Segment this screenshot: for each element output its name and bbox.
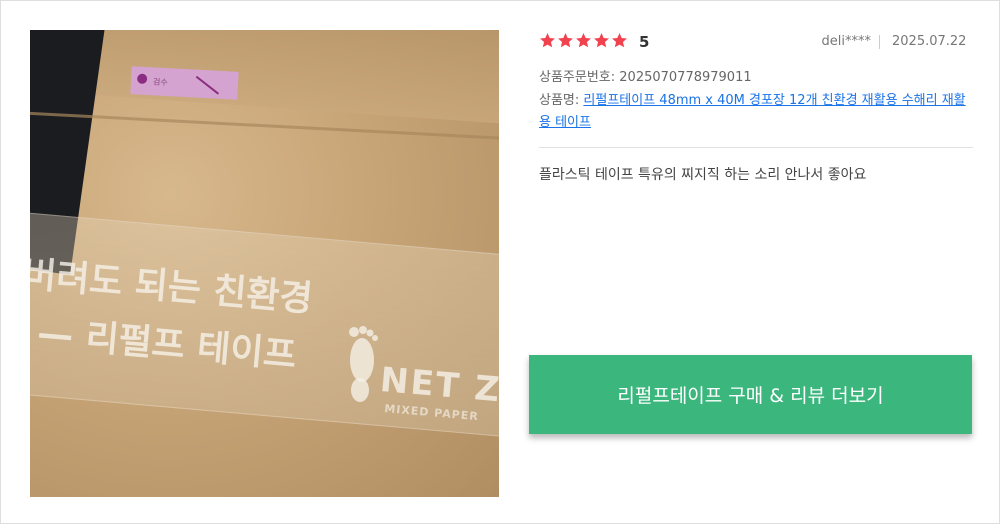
product-label: 상품명:	[539, 93, 584, 108]
meta-divider	[879, 35, 880, 49]
review-photo[interactable]: 검수 버려도 되는 친환경 — 리펄프 테이프 NET ZERO MIXED P…	[30, 30, 499, 497]
star-icon	[576, 33, 591, 48]
review-card: 검수 버려도 되는 친환경 — 리펄프 테이프 NET ZERO MIXED P…	[0, 0, 1000, 524]
footprint-icon	[349, 326, 378, 402]
order-number: 상품주문번호: 2025070778979011	[539, 70, 752, 85]
review-text: 플라스틱 테이프 특유의 찌지직 하는 소리 안나서 좋아요	[539, 167, 867, 183]
content-divider	[539, 147, 973, 148]
star-icon	[558, 33, 573, 48]
product-info: 상품명: 리펄프테이프 48mm x 40M 경포장 12개 친환경 재활용 수…	[539, 90, 975, 134]
rating-score: 5	[639, 33, 650, 51]
sticker-text: 검수	[152, 77, 168, 88]
star-icon	[594, 33, 609, 48]
sticker-mark	[195, 75, 220, 95]
buy-and-more-reviews-button[interactable]: 리펄프테이프 구매 & 리뷰 더보기	[529, 355, 972, 434]
star-rating	[539, 32, 629, 49]
star-icon	[540, 33, 555, 48]
sticker-dot	[136, 73, 148, 85]
reviewer-name: deli****	[821, 34, 871, 49]
inspection-sticker: 검수	[130, 66, 239, 100]
product-link[interactable]: 리펄프테이프 48mm x 40M 경포장 12개 친환경 재활용 수해리 재활…	[539, 93, 966, 130]
review-date: 2025.07.22	[892, 34, 967, 49]
star-icon	[612, 33, 627, 48]
